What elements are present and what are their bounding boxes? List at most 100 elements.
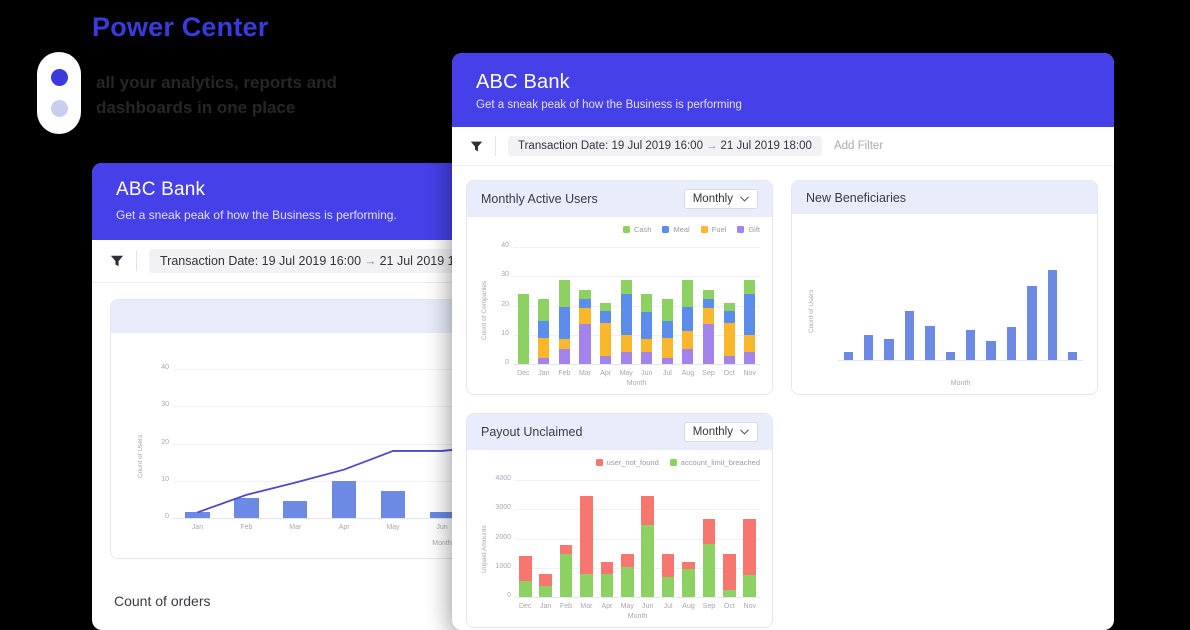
funnel-icon[interactable] [110,254,124,268]
bar[interactable] [945,238,955,360]
panel-row-top: Monthly Active Users Monthly 0 10 20 30 40 Co… [466,180,1100,395]
mau-period-select[interactable]: Monthly [683,189,758,209]
legend-swatch [737,226,745,233]
bar[interactable] [702,480,716,597]
bar-segment [579,298,591,309]
bar-column [554,247,575,364]
carousel-indicator[interactable] [37,52,81,134]
bar-segment [641,352,653,364]
bar[interactable] [723,247,735,364]
bar[interactable] [1027,238,1037,360]
y-axis-label: Count of Companies [481,280,488,340]
bar[interactable] [641,247,653,364]
bar-column [699,480,719,597]
bar-segment [661,320,673,338]
legend-swatch [622,226,630,233]
bar[interactable] [722,480,736,597]
bar-segment [539,586,552,597]
bar-segment [518,580,532,597]
legend-label: Gift [748,225,760,234]
bar[interactable] [661,480,675,597]
bar[interactable] [1067,238,1078,360]
mau-panel-title: Monthly Active Users [481,192,598,206]
bar[interactable] [580,480,593,597]
bar[interactable] [517,247,529,364]
x-axis-tick: May [619,370,633,377]
bar[interactable] [1047,238,1057,360]
transaction-date-filter-chip[interactable]: Transaction Date: 19 Jul 2019 16:00 → 21 J… [508,136,822,156]
bar[interactable] [744,247,756,364]
x-axis-tick: Apr [338,524,350,531]
transaction-date-filter-chip[interactable]: Transaction Date: 19 Jul 2019 16:00 → 21 J… [149,249,490,273]
bar-segment [661,298,673,321]
bar[interactable] [702,247,715,364]
carousel-dot-inactive[interactable] [50,100,68,117]
bar[interactable] [1006,238,1017,360]
bar[interactable] [579,247,591,364]
bar-column [535,480,555,597]
legend-label: account_limit_breached [680,458,760,467]
x-axis-tick: Oct [723,370,735,377]
legend-label: user_not_found [606,458,659,467]
bar[interactable] [620,247,632,364]
bar[interactable] [965,238,976,360]
bar-segment [538,298,550,321]
bar[interactable] [641,480,654,597]
bar-segment [641,525,654,597]
panel-monthly-active-users: Monthly Active Users Monthly 0 10 20 30 40 Co… [466,180,773,395]
bar-column [515,480,535,597]
bar-group [513,247,760,364]
x-axis-tick: May [620,603,634,610]
front-card-header: ABC Bank Get a sneak peak of how the Bus… [452,53,1114,127]
bar[interactable] [904,238,915,360]
bar[interactable] [558,247,570,364]
bar[interactable] [600,480,614,597]
bar[interactable] [884,238,894,360]
bar-segment [620,351,632,364]
bar-segment [702,298,715,309]
legend-label: Cash [633,225,652,234]
bar[interactable] [538,247,550,364]
bar-segment [744,351,756,364]
payout-period-select[interactable]: Monthly [683,422,758,442]
bar[interactable] [559,480,573,597]
bar-column [576,480,596,597]
y-axis-tick: 30 [161,401,169,409]
bar[interactable] [863,238,874,360]
carousel-dot-active[interactable] [50,69,68,86]
bar[interactable] [600,247,612,364]
legend-swatch [669,459,677,466]
promo-overlay: Power Center all your analytics, reports… [0,0,430,135]
y-axis-tick: 0 [507,592,511,599]
bar-segment [661,576,675,597]
bar[interactable] [620,480,634,597]
legend-item: Gift [737,225,760,234]
funnel-icon[interactable] [470,140,483,153]
bar[interactable] [661,247,673,364]
bar[interactable] [539,480,552,597]
add-filter-button[interactable]: Add Filter [834,140,883,152]
bar[interactable] [925,238,935,360]
bar-group [838,238,1083,360]
filter-separator [495,136,496,156]
bar-column [1001,238,1021,360]
bar-segment [904,310,915,360]
bar[interactable] [743,480,756,597]
x-axis-label: Month [627,613,648,620]
bar-column [719,247,740,364]
beneficiaries-panel-head: New Beneficiaries [792,181,1097,214]
bar-segment [538,337,550,359]
bar-segment [702,544,716,597]
bar[interactable] [986,238,996,360]
bar-segment [744,294,756,335]
bar[interactable] [682,480,695,597]
bar-segment [682,568,695,597]
bar-segment [682,280,694,307]
bar[interactable] [682,247,694,364]
bar-column [575,247,596,364]
bar-segment [743,518,756,575]
front-filter-bar: Transaction Date: 19 Jul 2019 16:00 → 21 J… [452,127,1114,166]
y-axis-tick: 3000 [495,504,511,512]
bar[interactable] [843,238,853,360]
bar[interactable] [518,480,532,597]
